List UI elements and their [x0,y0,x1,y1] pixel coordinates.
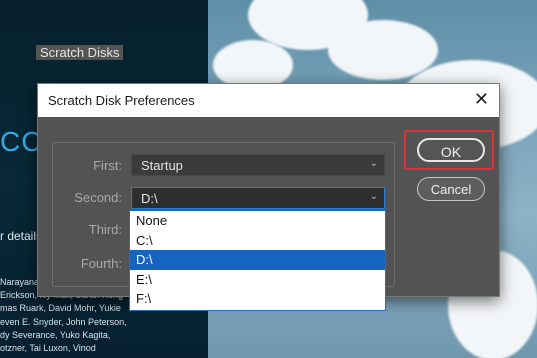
credits-line: even E. Snyder, John Peterson, [0,316,127,327]
third-label: Third: [88,222,122,237]
dialog-title: Scratch Disk Preferences [48,93,195,108]
splash-details-link[interactable]: r details [0,229,42,243]
dialog-titlebar: Scratch Disk Preferences ✕ [38,84,499,117]
scratch-disks-group-label: Scratch Disks [36,45,124,60]
dropdown-option-c[interactable]: C:\ [130,231,385,251]
second-label: Second: [74,190,122,205]
ok-button[interactable]: OK [417,138,485,162]
fourth-label: Fourth: [80,256,122,271]
second-select-value: D:\ [141,191,158,206]
dropdown-option-f[interactable]: F:\ [130,289,385,309]
dropdown-option-e[interactable]: E:\ [130,270,385,290]
credits-line: dy Severance, Yuko Kagita, [0,329,111,340]
close-icon[interactable]: ✕ [474,89,489,110]
second-dropdown-list: None C:\ D:\ E:\ F:\ [129,210,386,311]
first-select-value: Startup [141,158,183,173]
first-select[interactable]: Startup ⌄ [131,154,385,176]
first-label: First: [93,158,122,173]
cancel-button[interactable]: Cancel [417,177,485,201]
credits-line: otzner, Tai Luxon, Vinod [0,343,96,354]
dropdown-option-d[interactable]: D:\ [130,250,385,270]
second-select[interactable]: D:\ ⌄ [131,187,385,209]
chevron-down-icon: ⌄ [369,191,378,202]
chevron-down-icon: ⌄ [369,158,378,169]
dropdown-option-none[interactable]: None [130,211,385,231]
